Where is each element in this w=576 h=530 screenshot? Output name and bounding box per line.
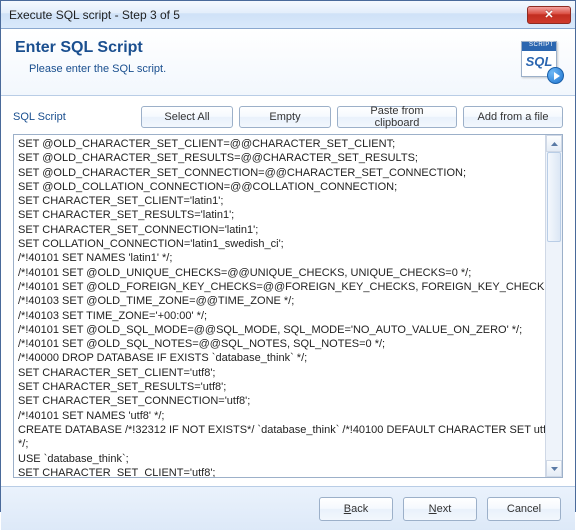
paste-clipboard-button[interactable]: Paste from clipboard [337,106,457,128]
icon-top-label: SCRIPT [522,42,556,51]
section-label: SQL Script [13,111,135,123]
next-button[interactable]: Next [403,497,477,521]
chevron-down-icon [551,467,558,471]
empty-button[interactable]: Empty [239,106,331,128]
scroll-down-button[interactable] [546,460,562,477]
scroll-thumb[interactable] [547,152,561,242]
header-text: Enter SQL Script Please enter the SQL sc… [15,39,511,75]
window-title: Execute SQL script - Step 3 of 5 [9,8,527,22]
icon-body-label: SQL [522,51,556,69]
wizard-footer: Back Next Cancel [1,486,575,530]
play-icon [547,67,564,84]
page-title: Enter SQL Script [15,39,511,57]
add-from-file-button[interactable]: Add from a file [463,106,563,128]
titlebar: Execute SQL script - Step 3 of 5 ✕ [1,1,575,29]
back-button[interactable]: Back [319,497,393,521]
scroll-track[interactable] [546,152,562,460]
select-all-button[interactable]: Select All [141,106,233,128]
close-button[interactable]: ✕ [527,6,571,24]
chevron-up-icon [551,142,558,146]
script-container [13,134,563,478]
wizard-header: Enter SQL Script Please enter the SQL sc… [1,29,575,96]
vertical-scrollbar[interactable] [545,135,562,477]
sql-script-icon: SCRIPT SQL [521,41,561,83]
page-subtitle: Please enter the SQL script. [15,63,511,75]
close-icon: ✕ [544,8,553,21]
scroll-up-button[interactable] [546,135,562,152]
toolbar: SQL Script Select All Empty Paste from c… [1,96,575,134]
cancel-button[interactable]: Cancel [487,497,561,521]
sql-script-textarea[interactable] [14,135,545,477]
